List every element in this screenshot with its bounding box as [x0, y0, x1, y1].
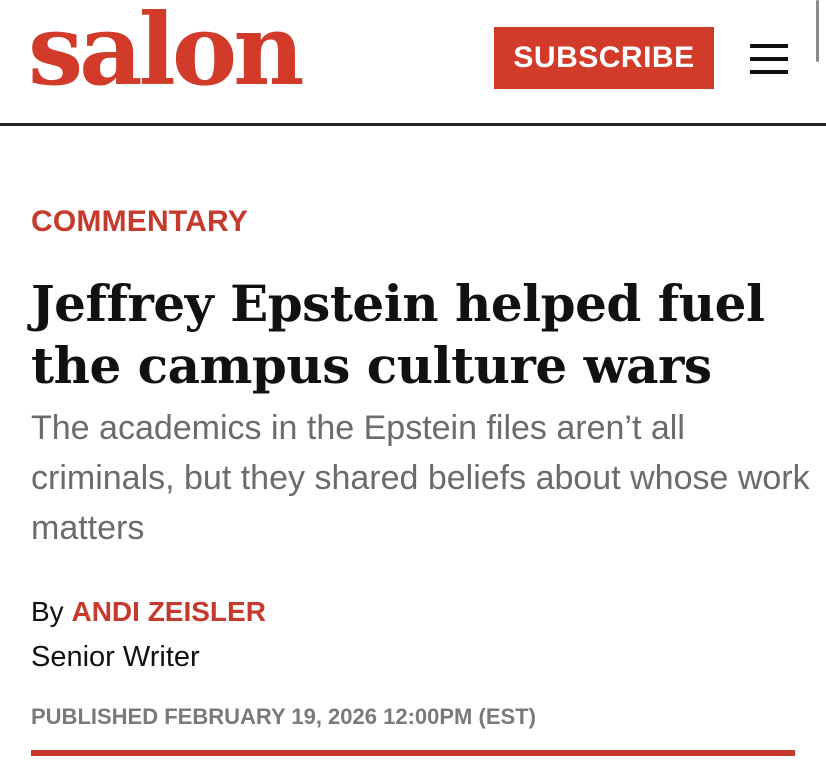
hamburger-menu-icon[interactable]: [750, 44, 788, 74]
byline-prefix: By: [31, 596, 64, 627]
byline: By ANDI ZEISLER: [31, 594, 266, 630]
section-kicker[interactable]: COMMENTARY: [31, 205, 248, 239]
accent-divider: [31, 750, 795, 756]
article-subheadline: The academics in the Epstein files aren’…: [31, 409, 810, 547]
author-link[interactable]: ANDI ZEISLER: [71, 596, 265, 627]
subscribe-button[interactable]: SUBSCRIBE: [494, 27, 714, 89]
menu-icon-bar: [750, 70, 788, 74]
menu-icon-bar: [750, 57, 788, 61]
publish-date: PUBLISHED FEBRUARY 19, 2026 12:00PM (EST…: [31, 704, 536, 729]
page-scrollbar[interactable]: [816, 0, 819, 62]
header-divider: [0, 123, 826, 126]
menu-icon-bar: [750, 44, 788, 48]
salon-logo[interactable]: salon: [28, 0, 305, 106]
author-title: Senior Writer: [31, 641, 200, 673]
site-header: salon SUBSCRIBE: [0, 0, 826, 123]
article-headline: Jeffrey Epstein helped fuel the campus c…: [31, 274, 765, 395]
